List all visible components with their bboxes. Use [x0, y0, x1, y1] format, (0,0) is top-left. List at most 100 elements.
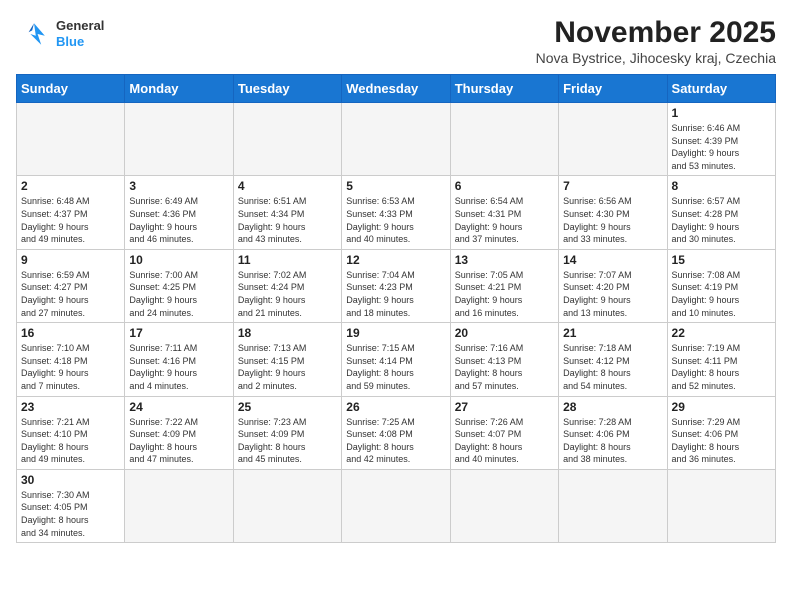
- calendar-cell: 12 Sunrise: 7:04 AM Sunset: 4:23 PM Dayli…: [342, 249, 450, 322]
- day-number: 27: [455, 400, 554, 414]
- calendar-cell: [559, 469, 667, 542]
- logo-text: General Blue: [56, 18, 104, 49]
- day-number: 21: [563, 326, 662, 340]
- day-info: Sunrise: 7:28 AM Sunset: 4:06 PM Dayligh…: [563, 416, 662, 466]
- calendar-cell: 9 Sunrise: 6:59 AM Sunset: 4:27 PM Daylig…: [17, 249, 125, 322]
- calendar-cell: 6 Sunrise: 6:54 AM Sunset: 4:31 PM Daylig…: [450, 176, 558, 249]
- calendar-cell: 18 Sunrise: 7:13 AM Sunset: 4:15 PM Dayli…: [233, 323, 341, 396]
- day-number: 8: [672, 179, 771, 193]
- day-info: Sunrise: 7:25 AM Sunset: 4:08 PM Dayligh…: [346, 416, 445, 466]
- day-number: 28: [563, 400, 662, 414]
- day-number: 4: [238, 179, 337, 193]
- day-info: Sunrise: 6:59 AM Sunset: 4:27 PM Dayligh…: [21, 269, 120, 319]
- calendar-cell: 30Sunrise: 7:30 AM Sunset: 4:05 PM Dayli…: [17, 469, 125, 542]
- day-number: 10: [129, 253, 228, 267]
- calendar-cell: [667, 469, 775, 542]
- calendar-cell: 5Sunrise: 6:53 AM Sunset: 4:33 PM Daylig…: [342, 176, 450, 249]
- calendar-cell: 29Sunrise: 7:29 AM Sunset: 4:06 PM Dayli…: [667, 396, 775, 469]
- day-header-wednesday: Wednesday: [342, 75, 450, 103]
- calendar-week-row: 2Sunrise: 6:48 AM Sunset: 4:37 PM Daylig…: [17, 176, 776, 249]
- day-info: Sunrise: 7:11 AM Sunset: 4:16 PM Dayligh…: [129, 342, 228, 392]
- day-info: Sunrise: 6:49 AM Sunset: 4:36 PM Dayligh…: [129, 195, 228, 245]
- day-info: Sunrise: 6:48 AM Sunset: 4:37 PM Dayligh…: [21, 195, 120, 245]
- calendar-cell: 11 Sunrise: 7:02 AM Sunset: 4:24 PM Dayli…: [233, 249, 341, 322]
- calendar-cell: [233, 103, 341, 176]
- calendar-cell: 24 Sunrise: 7:22 AM Sunset: 4:09 PM Dayli…: [125, 396, 233, 469]
- day-info: Sunrise: 7:04 AM Sunset: 4:23 PM Dayligh…: [346, 269, 445, 319]
- day-number: 29: [672, 400, 771, 414]
- calendar-cell: 3Sunrise: 6:49 AM Sunset: 4:36 PM Daylig…: [125, 176, 233, 249]
- calendar-cell: 21 Sunrise: 7:18 AM Sunset: 4:12 PM Dayli…: [559, 323, 667, 396]
- logo-icon: [16, 16, 52, 52]
- day-info: Sunrise: 6:53 AM Sunset: 4:33 PM Dayligh…: [346, 195, 445, 245]
- calendar-week-row: 16 Sunrise: 7:10 AM Sunset: 4:18 PM Dayli…: [17, 323, 776, 396]
- calendar-cell: [233, 469, 341, 542]
- day-number: 16: [21, 326, 120, 340]
- day-number: 18: [238, 326, 337, 340]
- calendar-cell: 22 Sunrise: 7:19 AM Sunset: 4:11 PM Dayli…: [667, 323, 775, 396]
- day-number: 12: [346, 253, 445, 267]
- calendar-cell: 14 Sunrise: 7:07 AM Sunset: 4:20 PM Dayli…: [559, 249, 667, 322]
- calendar-cell: [450, 469, 558, 542]
- calendar-cell: 25Sunrise: 7:23 AM Sunset: 4:09 PM Dayli…: [233, 396, 341, 469]
- calendar-cell: 28 Sunrise: 7:28 AM Sunset: 4:06 PM Dayli…: [559, 396, 667, 469]
- month-title: November 2025: [536, 16, 776, 50]
- calendar-cell: 19 Sunrise: 7:15 AM Sunset: 4:14 PM Dayli…: [342, 323, 450, 396]
- calendar-week-row: 1 Sunrise: 6:46 AM Sunset: 4:39 PM Daylig…: [17, 103, 776, 176]
- days-header-row: SundayMondayTuesdayWednesdayThursdayFrid…: [17, 75, 776, 103]
- calendar-cell: 27 Sunrise: 7:26 AM Sunset: 4:07 PM Dayli…: [450, 396, 558, 469]
- day-info: Sunrise: 6:51 AM Sunset: 4:34 PM Dayligh…: [238, 195, 337, 245]
- day-info: Sunrise: 7:21 AM Sunset: 4:10 PM Dayligh…: [21, 416, 120, 466]
- day-info: Sunrise: 7:10 AM Sunset: 4:18 PM Dayligh…: [21, 342, 120, 392]
- day-info: Sunrise: 7:05 AM Sunset: 4:21 PM Dayligh…: [455, 269, 554, 319]
- logo-blue: Blue: [56, 34, 84, 49]
- day-number: 6: [455, 179, 554, 193]
- day-header-tuesday: Tuesday: [233, 75, 341, 103]
- day-info: Sunrise: 6:54 AM Sunset: 4:31 PM Dayligh…: [455, 195, 554, 245]
- day-info: Sunrise: 7:08 AM Sunset: 4:19 PM Dayligh…: [672, 269, 771, 319]
- day-info: Sunrise: 7:19 AM Sunset: 4:11 PM Dayligh…: [672, 342, 771, 392]
- day-info: Sunrise: 7:22 AM Sunset: 4:09 PM Dayligh…: [129, 416, 228, 466]
- calendar-cell: [125, 469, 233, 542]
- calendar-cell: 8 Sunrise: 6:57 AM Sunset: 4:28 PM Daylig…: [667, 176, 775, 249]
- day-info: Sunrise: 7:18 AM Sunset: 4:12 PM Dayligh…: [563, 342, 662, 392]
- day-info: Sunrise: 6:46 AM Sunset: 4:39 PM Dayligh…: [672, 122, 771, 172]
- day-info: Sunrise: 7:13 AM Sunset: 4:15 PM Dayligh…: [238, 342, 337, 392]
- logo: General Blue: [16, 16, 104, 52]
- day-info: Sunrise: 7:23 AM Sunset: 4:09 PM Dayligh…: [238, 416, 337, 466]
- day-info: Sunrise: 7:15 AM Sunset: 4:14 PM Dayligh…: [346, 342, 445, 392]
- day-header-friday: Friday: [559, 75, 667, 103]
- day-number: 19: [346, 326, 445, 340]
- calendar-cell: 13Sunrise: 7:05 AM Sunset: 4:21 PM Dayli…: [450, 249, 558, 322]
- day-number: 9: [21, 253, 120, 267]
- calendar-week-row: 23Sunrise: 7:21 AM Sunset: 4:10 PM Dayli…: [17, 396, 776, 469]
- day-number: 14: [563, 253, 662, 267]
- calendar-cell: 2Sunrise: 6:48 AM Sunset: 4:37 PM Daylig…: [17, 176, 125, 249]
- calendar-cell: 17 Sunrise: 7:11 AM Sunset: 4:16 PM Dayli…: [125, 323, 233, 396]
- day-number: 24: [129, 400, 228, 414]
- header: General Blue November 2025 Nova Bystrice…: [16, 16, 776, 66]
- day-number: 11: [238, 253, 337, 267]
- day-info: Sunrise: 7:07 AM Sunset: 4:20 PM Dayligh…: [563, 269, 662, 319]
- day-number: 22: [672, 326, 771, 340]
- calendar-cell: [125, 103, 233, 176]
- calendar-cell: 1 Sunrise: 6:46 AM Sunset: 4:39 PM Daylig…: [667, 103, 775, 176]
- calendar-cell: 23Sunrise: 7:21 AM Sunset: 4:10 PM Dayli…: [17, 396, 125, 469]
- calendar-cell: 10 Sunrise: 7:00 AM Sunset: 4:25 PM Dayli…: [125, 249, 233, 322]
- day-info: Sunrise: 7:26 AM Sunset: 4:07 PM Dayligh…: [455, 416, 554, 466]
- calendar-cell: [342, 469, 450, 542]
- calendar-cell: 26Sunrise: 7:25 AM Sunset: 4:08 PM Dayli…: [342, 396, 450, 469]
- day-info: Sunrise: 6:57 AM Sunset: 4:28 PM Dayligh…: [672, 195, 771, 245]
- day-header-sunday: Sunday: [17, 75, 125, 103]
- calendar-cell: 20Sunrise: 7:16 AM Sunset: 4:13 PM Dayli…: [450, 323, 558, 396]
- calendar-week-row: 30Sunrise: 7:30 AM Sunset: 4:05 PM Dayli…: [17, 469, 776, 542]
- calendar-cell: 16 Sunrise: 7:10 AM Sunset: 4:18 PM Dayli…: [17, 323, 125, 396]
- day-number: 17: [129, 326, 228, 340]
- day-info: Sunrise: 7:02 AM Sunset: 4:24 PM Dayligh…: [238, 269, 337, 319]
- day-number: 1: [672, 106, 771, 120]
- day-number: 15: [672, 253, 771, 267]
- day-header-saturday: Saturday: [667, 75, 775, 103]
- day-info: Sunrise: 7:00 AM Sunset: 4:25 PM Dayligh…: [129, 269, 228, 319]
- calendar-week-row: 9 Sunrise: 6:59 AM Sunset: 4:27 PM Daylig…: [17, 249, 776, 322]
- day-info: Sunrise: 7:30 AM Sunset: 4:05 PM Dayligh…: [21, 489, 120, 539]
